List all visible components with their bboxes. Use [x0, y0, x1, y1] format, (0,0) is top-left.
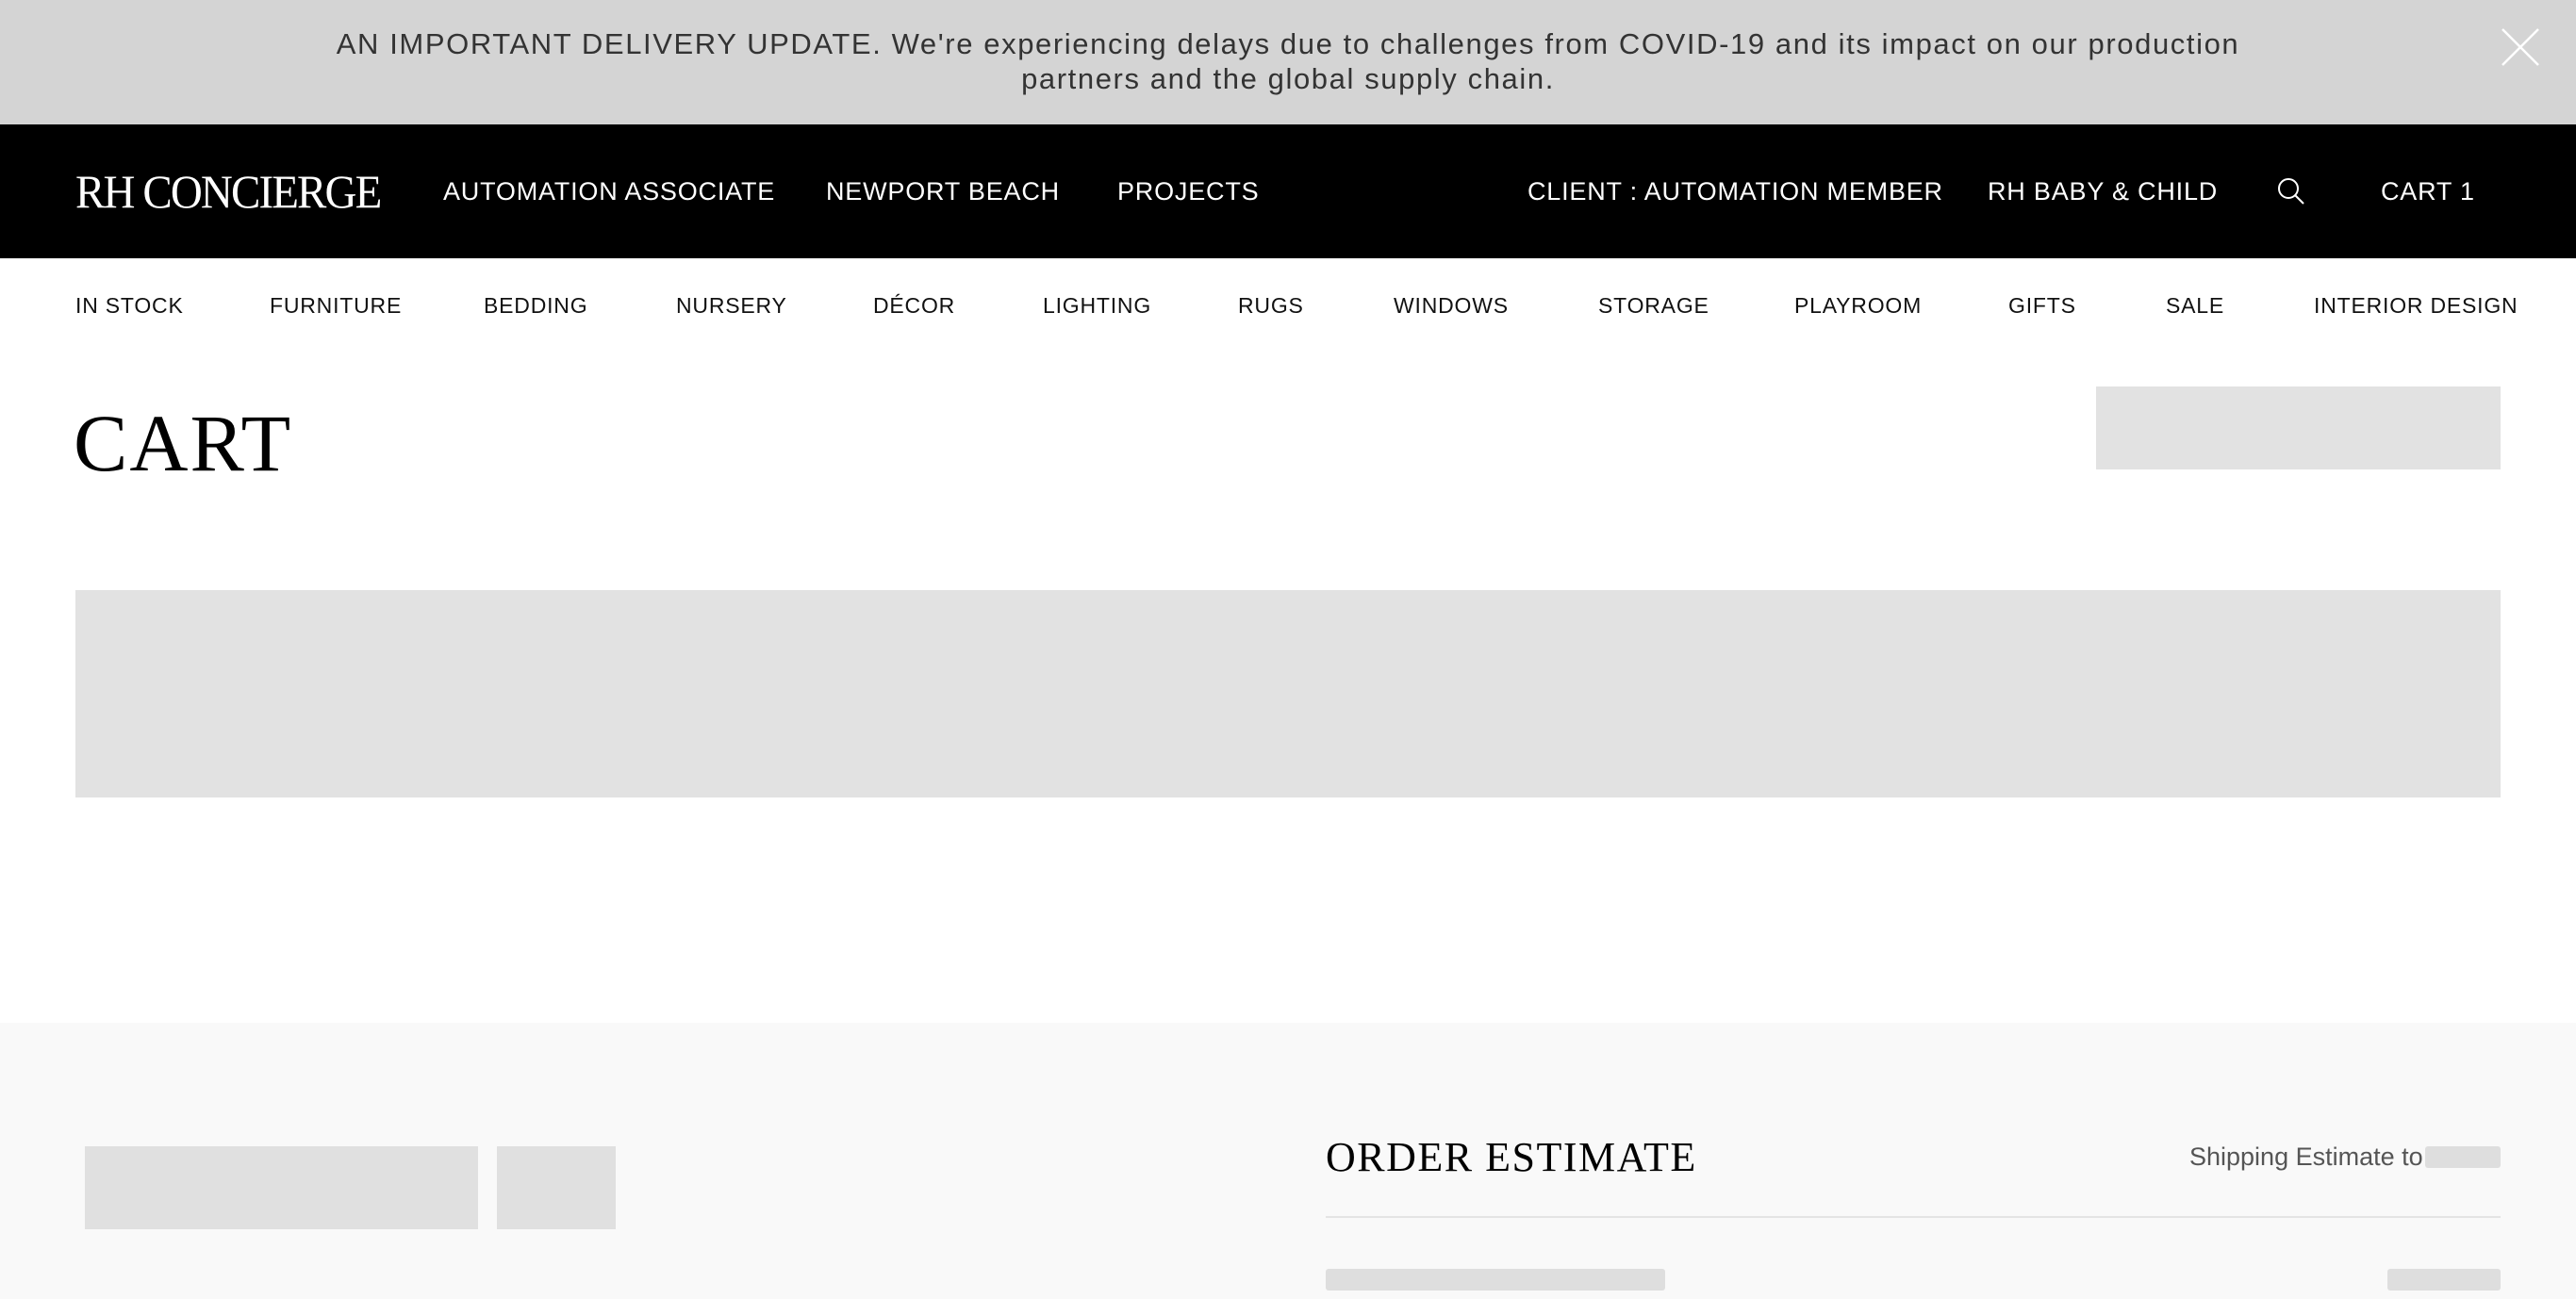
- loading-placeholder-cart-items: [75, 590, 2501, 797]
- rh-baby-child-link[interactable]: RH BABY & CHILD: [1988, 176, 2218, 206]
- close-icon[interactable]: [2499, 25, 2542, 69]
- category-windows[interactable]: WINDOWS: [1394, 292, 1509, 319]
- page-title: CART: [74, 398, 293, 488]
- category-furniture[interactable]: FURNITURE: [270, 292, 402, 319]
- category-rugs[interactable]: RUGS: [1238, 292, 1304, 319]
- loading-placeholder-line-label: [1326, 1269, 1665, 1291]
- banner-message: AN IMPORTANT DELIVERY UPDATE. We're expe…: [336, 27, 2240, 95]
- nav-projects[interactable]: PROJECTS: [1117, 176, 1259, 206]
- category-sale[interactable]: SALE: [2166, 292, 2224, 319]
- loading-placeholder-line-value: [2387, 1269, 2501, 1291]
- category-navigation: IN STOCK FURNITURE BEDDING NURSERY DÉCOR…: [0, 258, 2576, 349]
- category-bedding[interactable]: BEDDING: [484, 292, 587, 319]
- loading-placeholder-promo-input: [85, 1146, 478, 1229]
- order-estimate-title: ORDER ESTIMATE: [1326, 1134, 1697, 1180]
- loading-placeholder-shipping-zip: [2425, 1146, 2501, 1168]
- category-interior-design[interactable]: INTERIOR DESIGN: [2314, 292, 2518, 319]
- divider: [1326, 1216, 2501, 1218]
- nav-newport-beach[interactable]: NEWPORT BEACH: [826, 176, 1060, 206]
- logo[interactable]: RH CONCIERGE: [75, 164, 382, 219]
- category-lighting[interactable]: LIGHTING: [1043, 292, 1151, 319]
- delivery-update-banner: AN IMPORTANT DELIVERY UPDATE. We're expe…: [0, 0, 2576, 124]
- cart-link[interactable]: CART 1: [2381, 176, 2475, 206]
- client-account-link[interactable]: CLIENT : AUTOMATION MEMBER: [1527, 176, 1943, 206]
- category-gifts[interactable]: GIFTS: [2008, 292, 2076, 319]
- search-icon[interactable]: [2276, 176, 2306, 206]
- shipping-estimate-label[interactable]: Shipping Estimate to: [2189, 1141, 2423, 1173]
- top-navigation: RH CONCIERGE AUTOMATION ASSOCIATE NEWPOR…: [0, 124, 2576, 258]
- loading-placeholder-promo-button: [497, 1146, 616, 1229]
- loading-placeholder-header-action: [2096, 386, 2501, 469]
- category-decor[interactable]: DÉCOR: [873, 292, 955, 319]
- category-storage[interactable]: STORAGE: [1598, 292, 1709, 319]
- category-in-stock[interactable]: IN STOCK: [75, 292, 184, 319]
- category-playroom[interactable]: PLAYROOM: [1794, 292, 1922, 319]
- category-nursery[interactable]: NURSERY: [676, 292, 787, 319]
- nav-automation-associate[interactable]: AUTOMATION ASSOCIATE: [443, 176, 775, 206]
